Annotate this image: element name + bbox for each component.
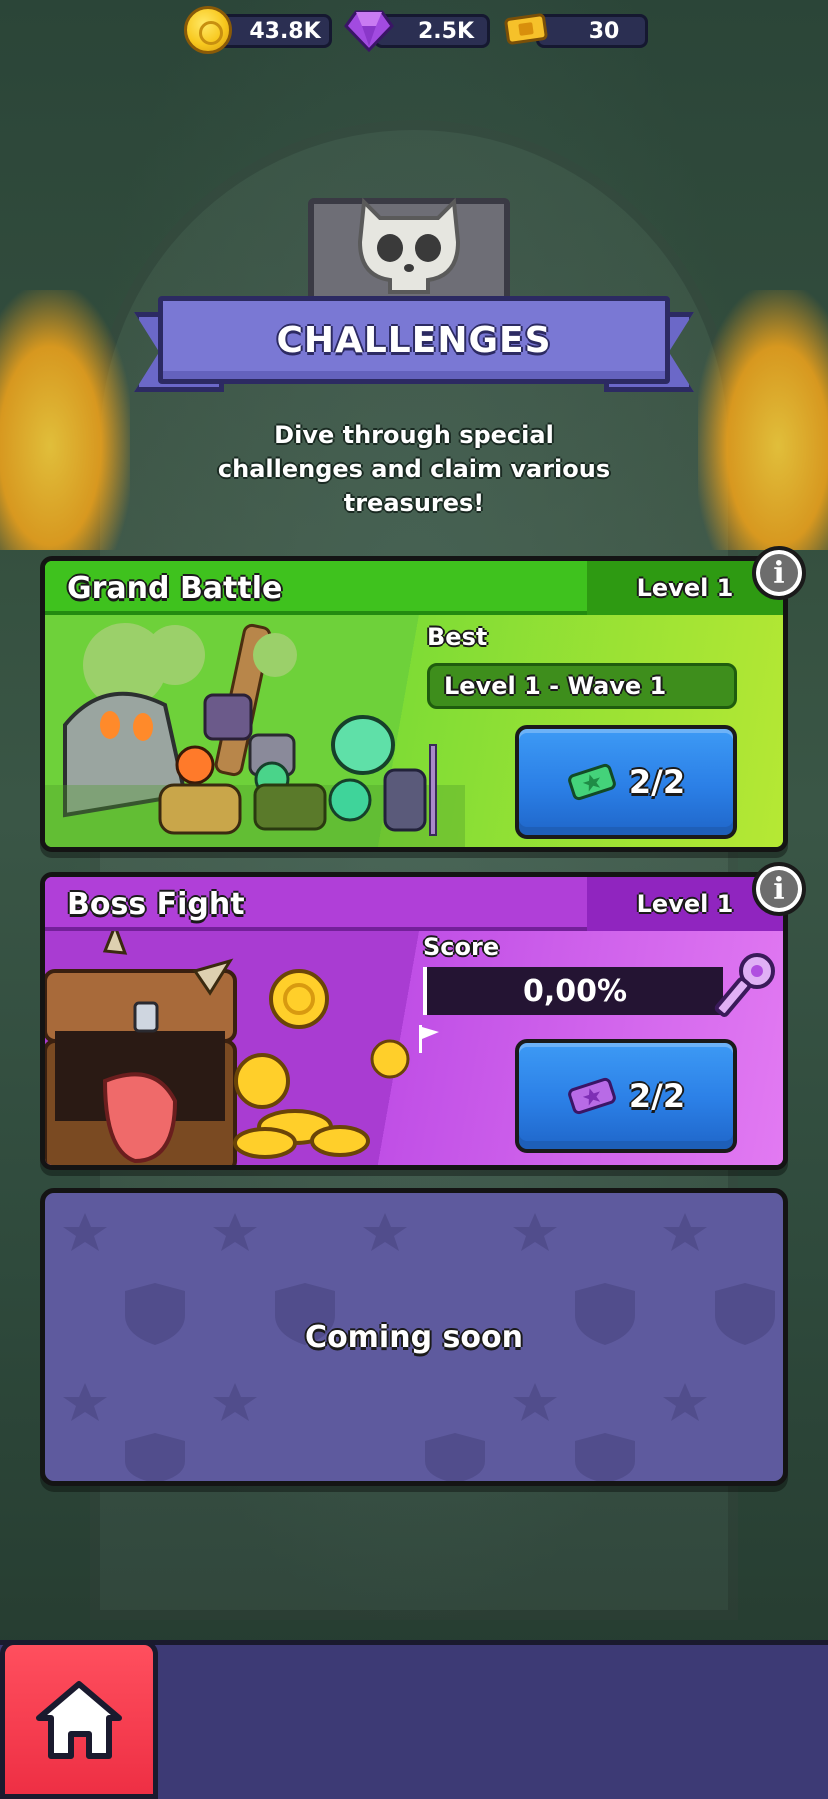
gems-value: 2.5K bbox=[417, 18, 475, 44]
page-title: CHALLENGES bbox=[276, 319, 552, 361]
boss-fight-card[interactable]: Boss Fight Level 1 Score 0,00% 2/2 bbox=[40, 872, 788, 1170]
coins-value: 43.8K bbox=[249, 18, 321, 44]
torch-flame-right bbox=[698, 290, 828, 550]
grand-battle-info-button[interactable]: i bbox=[752, 546, 806, 600]
home-icon bbox=[36, 1680, 122, 1759]
boss-fight-play-button[interactable]: 2/2 bbox=[515, 1039, 737, 1153]
card-body: Best Level 1 - Wave 1 2/2 bbox=[45, 615, 783, 847]
card-title: Boss Fight bbox=[67, 887, 245, 922]
info-icon: i bbox=[773, 871, 785, 907]
tickets-counter[interactable]: 30 bbox=[536, 14, 648, 48]
boss-fight-info-button[interactable]: i bbox=[752, 862, 806, 916]
skull-icon bbox=[357, 197, 461, 294]
monster-army-illustration bbox=[45, 623, 465, 847]
play-count: 2/2 bbox=[628, 763, 686, 801]
flag-icon bbox=[419, 1025, 439, 1053]
coming-soon-label: Coming soon bbox=[305, 1319, 523, 1355]
subtitle-line: challenges and claim various bbox=[217, 455, 611, 483]
key-icon bbox=[714, 953, 775, 1017]
score-value: 0,00% bbox=[522, 973, 628, 1009]
home-button[interactable] bbox=[0, 1640, 158, 1799]
page-subtitle: Dive through special challenges and clai… bbox=[214, 418, 614, 520]
title-banner: CHALLENGES bbox=[158, 296, 670, 384]
gem-icon bbox=[344, 10, 394, 53]
subtitle-line: treasures! bbox=[343, 489, 485, 517]
card-header: Boss Fight Level 1 bbox=[45, 877, 783, 931]
card-body: Score 0,00% 2/2 bbox=[45, 931, 783, 1165]
coin-icon bbox=[184, 6, 232, 54]
best-value-field: Level 1 - Wave 1 bbox=[427, 663, 737, 709]
card-title: Grand Battle bbox=[67, 571, 283, 606]
green-ticket-icon bbox=[568, 763, 616, 801]
info-icon: i bbox=[773, 555, 785, 591]
torch-flame-left bbox=[0, 290, 130, 550]
best-label: Best bbox=[427, 623, 488, 651]
score-progress-bar: 0,00% bbox=[423, 967, 723, 1015]
ticket-icon bbox=[504, 13, 548, 45]
grand-battle-card[interactable]: Grand Battle Level 1 Best Level 1 - Wave… bbox=[40, 556, 788, 852]
purple-ticket-icon bbox=[568, 1077, 616, 1115]
currency-bar: 43.8K 2.5K 30 bbox=[0, 6, 828, 54]
subtitle-line: Dive through special bbox=[274, 421, 554, 449]
play-count: 2/2 bbox=[628, 1077, 686, 1115]
treasure-mimic-illustration bbox=[45, 931, 410, 1165]
grand-battle-play-button[interactable]: 2/2 bbox=[515, 725, 737, 839]
card-header: Grand Battle Level 1 bbox=[45, 561, 783, 615]
coming-soon-card: Coming soon bbox=[40, 1188, 788, 1486]
score-label: Score bbox=[423, 933, 500, 961]
tickets-value: 30 bbox=[588, 18, 620, 44]
